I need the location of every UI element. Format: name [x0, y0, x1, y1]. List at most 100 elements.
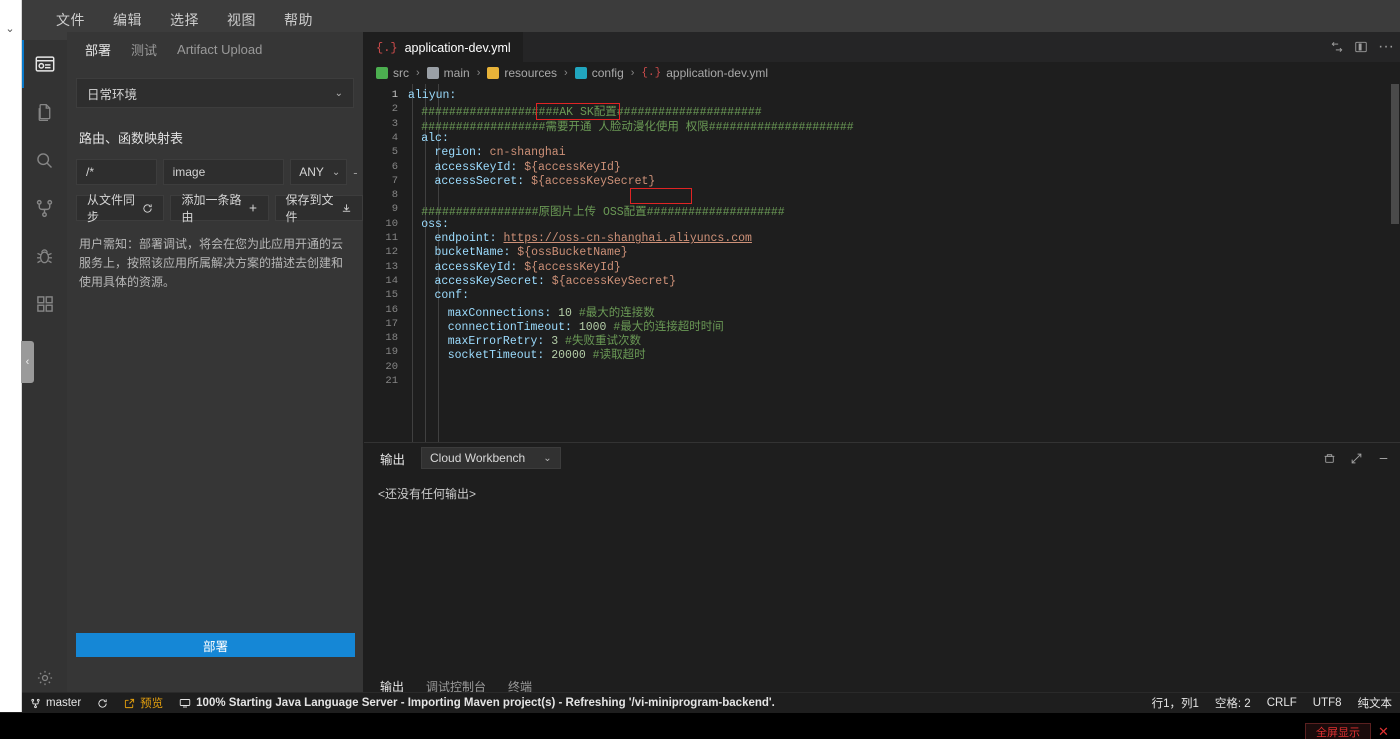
activity-extensions[interactable] [22, 280, 67, 328]
tab-deploy[interactable]: 部署 [77, 36, 119, 63]
indentation[interactable]: 空格: 2 [1207, 693, 1259, 714]
status-sync[interactable] [89, 693, 116, 714]
menu-edit[interactable]: 编辑 [99, 6, 156, 34]
chevron-down-icon[interactable]: ⌄ [2, 22, 18, 36]
code-line[interactable]: 15 conf: [364, 289, 1400, 303]
save-to-file-button[interactable]: 保存到文件 [274, 193, 363, 224]
debug-bug-icon [34, 246, 55, 267]
breadcrumb-item-file[interactable]: {.} application-dev.yml [641, 66, 768, 80]
activity-source-control[interactable] [22, 184, 67, 232]
folder-src-icon [376, 67, 388, 79]
deploy-button[interactable]: 部署 [76, 633, 355, 657]
activity-explorer[interactable] [22, 88, 67, 136]
code-token: region: [434, 146, 483, 160]
code-line[interactable]: 6 accessKeyId: ${accessKeyId} [364, 161, 1400, 175]
code-line[interactable]: 13 accessKeyId: ${accessKeyId} [364, 261, 1400, 275]
source-control-icon [30, 698, 41, 709]
split-vertical-icon[interactable] [1330, 40, 1344, 54]
code-line[interactable]: 2 ####################AK SK配置############… [364, 103, 1400, 119]
code-line[interactable]: 4 alc: [364, 132, 1400, 146]
code-line[interactable]: 16 maxConnections: 10 #最大的连接数 [364, 303, 1400, 320]
activity-debug[interactable] [22, 232, 67, 280]
line-ending[interactable]: CRLF [1259, 693, 1305, 714]
code-line[interactable]: 21 [364, 375, 1400, 389]
code-line[interactable]: 10 oss: [364, 218, 1400, 232]
code-token: alc: [421, 131, 449, 145]
code-editor[interactable]: 1 aliyun: 2 ####################AK SK配置####… [364, 84, 1400, 442]
code-token: cn-shanghai [482, 146, 566, 160]
layout-panel-icon[interactable] [1354, 40, 1368, 54]
environment-select[interactable]: 日常环境 ⌄ [76, 78, 354, 108]
code-line[interactable]: 19 socketTimeout: 20000 #读取超时 [364, 346, 1400, 362]
code-line[interactable]: 18 maxErrorRetry: 3 #失败重试次数 [364, 332, 1400, 348]
tab-test[interactable]: 测试 [123, 36, 165, 63]
bottom-black-bar [0, 713, 1400, 739]
code-token: ${accessKeyId} [517, 260, 621, 274]
add-route-button[interactable]: 添加一条路由 [170, 193, 269, 224]
code-line[interactable]: 14 accessKeySecret: ${accessKeySecret} [364, 275, 1400, 289]
route-delete-button[interactable]: - [353, 165, 363, 180]
route-method-select[interactable]: ANY ⌄ [290, 159, 348, 185]
clear-output-icon[interactable] [1323, 452, 1336, 465]
code-line[interactable]: 1 aliyun: [364, 89, 1400, 103]
status-bar: master 预览 100% Starting Java Language Se… [22, 692, 1400, 713]
code-line[interactable]: 5 region: cn-shanghai [364, 146, 1400, 160]
line-number: 16 [385, 303, 398, 316]
line-number: 12 [385, 246, 398, 259]
cursor-position[interactable]: 行1，列1 [1144, 693, 1207, 714]
line-number: 17 [385, 317, 398, 330]
code-line[interactable]: 7 accessSecret: ${accessKeySecret} [364, 175, 1400, 189]
menu-view[interactable]: 视图 [213, 6, 270, 34]
editor-tabbar: {.} application-dev.yml ··· [364, 32, 1400, 62]
tab-artifact-upload[interactable]: Artifact Upload [169, 38, 270, 61]
code-text: accessKeySecret: ${accessKeySecret} [434, 275, 676, 288]
activity-search[interactable] [22, 136, 67, 184]
editor-tab-label: application-dev.yml [404, 40, 511, 55]
files-explorer-icon [34, 102, 55, 123]
user-notice-text: 用户需知：部署调试，将会在您为此应用开通的云服务上，按照该应用所属解决方案的描述… [79, 237, 344, 289]
code-line[interactable]: 12 bucketName: ${ossBucketName} [364, 246, 1400, 260]
add-route-label: 添加一条路由 [181, 193, 242, 224]
line-number: 21 [385, 375, 398, 387]
status-preview[interactable]: 预览 [116, 693, 171, 714]
route-function-input[interactable]: image [162, 159, 285, 185]
menu-select[interactable]: 选择 [156, 6, 213, 34]
output-source-select[interactable]: Cloud Workbench ⌄ [421, 447, 561, 469]
menu-file[interactable]: 文件 [42, 6, 99, 34]
code-line[interactable]: 17 connectionTimeout: 1000 #最大的连接超时时间 [364, 317, 1400, 334]
breadcrumb-item-src[interactable]: src [376, 66, 409, 80]
activity-cloud-workbench[interactable] [22, 40, 67, 88]
code-line[interactable]: 9 #################原图片上传 OSS配置###########… [364, 203, 1400, 219]
output-panel-tab[interactable]: 输出 [372, 445, 413, 472]
breadcrumb-item-main[interactable]: main [426, 66, 470, 80]
code-line[interactable]: 11 endpoint: https://oss-cn-shanghai.aliy… [364, 232, 1400, 246]
sync-from-file-button[interactable]: 从文件同步 [76, 193, 165, 224]
close-panel-icon[interactable] [1377, 452, 1390, 465]
line-number: 13 [385, 260, 398, 273]
more-actions-icon[interactable]: ··· [1378, 38, 1394, 56]
status-branch[interactable]: master [22, 693, 89, 714]
sidebar-collapse-handle[interactable]: ‹ [21, 341, 34, 383]
code-line[interactable]: 20 [364, 361, 1400, 375]
menu-help[interactable]: 帮助 [270, 6, 327, 34]
status-task[interactable]: 100% Starting Java Language Server - Imp… [171, 693, 783, 714]
fullscreen-toast[interactable]: 全屏显示 [1305, 723, 1371, 739]
gear-icon [35, 668, 55, 688]
breadcrumb-item-config[interactable]: config [574, 66, 624, 80]
language-mode[interactable]: 纯文本 [1350, 693, 1400, 714]
chevron-down-icon: ⌄ [334, 87, 343, 99]
encoding[interactable]: UTF8 [1305, 693, 1350, 714]
code-line[interactable]: 3 ##################需要开通 人脸动漫化使用 权限######… [364, 118, 1400, 134]
status-right-group: 行1，列1 空格: 2 CRLF UTF8 纯文本 [1144, 693, 1400, 714]
close-icon[interactable]: ✕ [1378, 724, 1389, 739]
sync-icon [142, 203, 153, 214]
sidepanel-tabs: 部署 测试 Artifact Upload [67, 32, 363, 66]
code-token: ${ossBucketName} [510, 246, 628, 260]
editor-tab-application-dev-yml[interactable]: {.} application-dev.yml [364, 32, 523, 62]
line-number: 8 [391, 189, 398, 202]
route-path-input[interactable]: /* [76, 159, 157, 185]
code-line[interactable]: 8 [364, 189, 1400, 203]
breadcrumb-item-resources[interactable]: resources [487, 66, 557, 80]
code-token: ${accessKeyId} [517, 160, 621, 174]
maximize-panel-icon[interactable] [1350, 452, 1363, 465]
